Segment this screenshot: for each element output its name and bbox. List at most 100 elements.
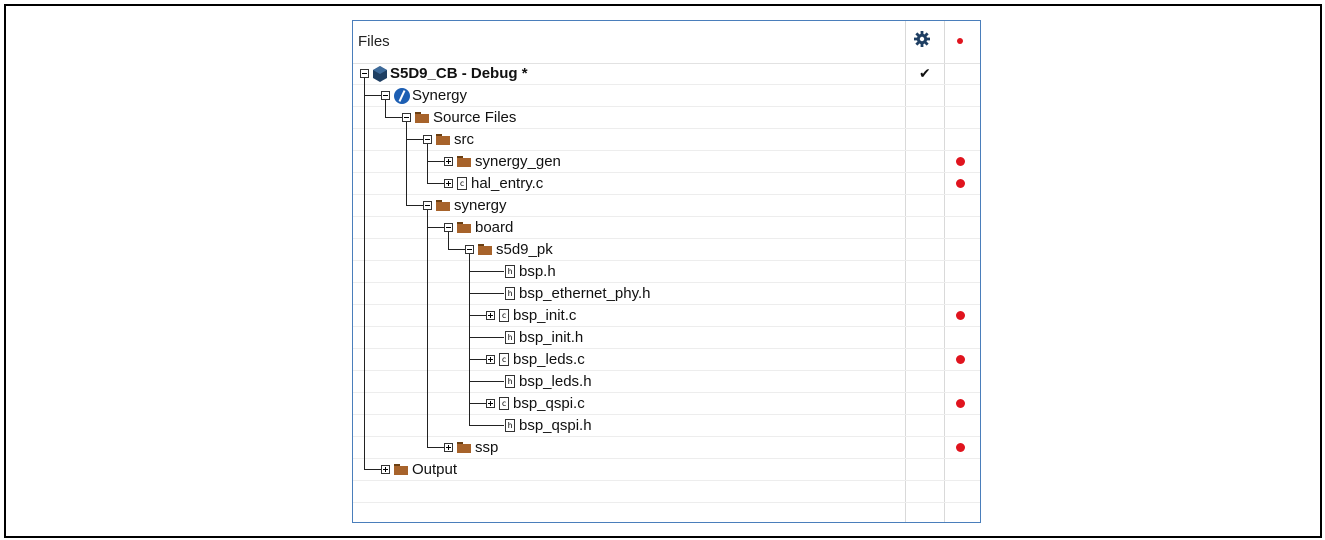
tree-connector (427, 349, 428, 371)
tree-connector (427, 217, 428, 239)
tree-connector (427, 210, 428, 217)
tree-item-label: bsp_leds.c (513, 351, 585, 368)
tree-connector (364, 415, 365, 437)
collapse-toggle-icon[interactable] (360, 69, 369, 78)
tree-connector (469, 425, 504, 426)
build-marker-icon (956, 179, 965, 188)
tree-item-label: synergy (454, 197, 507, 214)
expand-toggle-icon[interactable] (444, 443, 453, 452)
tree-connector (364, 78, 365, 85)
collapse-toggle-icon[interactable] (381, 91, 390, 100)
tree-connector (469, 371, 470, 393)
tree-connector (427, 183, 444, 184)
tree-connector (469, 393, 470, 415)
c-file-icon: c (457, 177, 467, 190)
tree-item-label: S5D9_CB - Debug * (390, 65, 528, 82)
tree-connector (427, 239, 428, 261)
tree-item-label: bsp_qspi.h (519, 417, 592, 434)
build-marker-icon (956, 399, 965, 408)
h-file-icon: h (505, 375, 515, 388)
tree-row[interactable]: Source Files (353, 107, 980, 129)
tree-connector (364, 393, 365, 415)
expand-toggle-icon[interactable] (444, 179, 453, 188)
tree-item-label: bsp_init.c (513, 307, 577, 324)
tree-item-label: bsp_qspi.c (513, 395, 585, 412)
tree-connector (406, 139, 423, 140)
gear-icon[interactable] (913, 30, 931, 48)
tree-connector (364, 371, 365, 393)
expand-toggle-icon[interactable] (444, 157, 453, 166)
tree-item-label: board (475, 219, 514, 236)
h-file-icon: h (505, 419, 515, 432)
tree-connector (427, 305, 428, 327)
tree-connector (406, 122, 407, 129)
tree-connector (406, 205, 423, 206)
tree-row[interactable]: ssp (353, 437, 980, 459)
folder-icon (478, 244, 492, 255)
tree-row[interactable]: c bsp_leds.c (353, 349, 980, 371)
tree-row[interactable]: h bsp_ethernet_phy.h (353, 283, 980, 305)
tree-connector (364, 469, 381, 470)
tree-row[interactable]: S5D9_CB - Debug * ✔ (353, 63, 980, 85)
tree-connector (469, 349, 470, 371)
tree-connector (427, 161, 444, 162)
empty-row (353, 503, 980, 522)
empty-row (353, 481, 980, 503)
tree-connector (406, 151, 407, 173)
tree-connector (427, 283, 428, 305)
tree-connector (364, 173, 365, 195)
tree-connector (427, 144, 428, 151)
expand-toggle-icon[interactable] (486, 355, 495, 364)
synergy-logo-icon (394, 88, 410, 104)
tree-connector (427, 227, 444, 228)
tree-item-label: bsp_init.h (519, 329, 584, 346)
tree-row[interactable]: synergy_gen (353, 151, 980, 173)
tree-row[interactable]: Output (353, 459, 980, 481)
tree-connector (469, 315, 486, 316)
h-file-icon: h (505, 331, 515, 344)
tree-item-label: src (454, 131, 474, 148)
collapse-toggle-icon[interactable] (444, 223, 453, 232)
tree-row[interactable]: c bsp_init.c (353, 305, 980, 327)
collapse-toggle-icon[interactable] (423, 201, 432, 210)
tree-row[interactable]: board (353, 217, 980, 239)
tree-item-label: s5d9_pk (496, 241, 553, 258)
expand-toggle-icon[interactable] (486, 311, 495, 320)
build-marker-icon (956, 157, 965, 166)
tree-connector (385, 117, 402, 118)
tree-connector (469, 337, 504, 338)
tree-row[interactable]: h bsp_qspi.h (353, 415, 980, 437)
tree-connector (364, 129, 365, 151)
tree-item-label: bsp_leds.h (519, 373, 592, 390)
tree-item-label: bsp_ethernet_phy.h (519, 285, 651, 302)
tree-row[interactable]: h bsp_leds.h (353, 371, 980, 393)
tree-row[interactable]: h bsp_init.h (353, 327, 980, 349)
expand-toggle-icon[interactable] (381, 465, 390, 474)
folder-icon (415, 112, 429, 123)
tree-connector (364, 349, 365, 371)
tree-connector (364, 107, 365, 129)
h-file-icon: h (505, 287, 515, 300)
h-file-icon: h (505, 265, 515, 278)
tree-row[interactable]: c bsp_qspi.c (353, 393, 980, 415)
folder-icon (457, 222, 471, 233)
tree-connector (448, 232, 449, 239)
tree-row[interactable]: synergy (353, 195, 980, 217)
tree-row[interactable]: src (353, 129, 980, 151)
collapse-toggle-icon[interactable] (465, 245, 474, 254)
tree-item-label: hal_entry.c (471, 175, 544, 192)
panel-title: Files (358, 33, 390, 50)
collapse-toggle-icon[interactable] (402, 113, 411, 122)
tree-connector (364, 437, 365, 459)
collapse-toggle-icon[interactable] (423, 135, 432, 144)
tree-row[interactable]: s5d9_pk (353, 239, 980, 261)
tree-connector (469, 305, 470, 327)
expand-toggle-icon[interactable] (486, 399, 495, 408)
tree-connector (364, 283, 365, 305)
tree-row[interactable]: Synergy (353, 85, 980, 107)
panel-header: Files (353, 21, 980, 64)
tree-row[interactable]: c hal_entry.c (353, 173, 980, 195)
tree-connector (469, 381, 504, 382)
tree-row[interactable]: h bsp.h (353, 261, 980, 283)
tree-connector (469, 283, 470, 305)
